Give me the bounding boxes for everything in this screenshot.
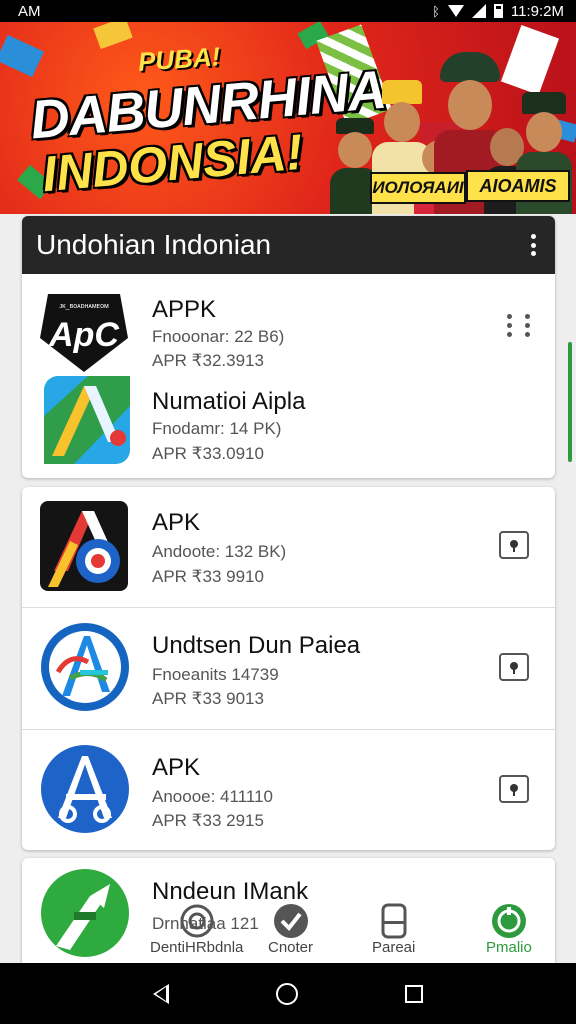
app-size: Andoote: 132 BK)	[152, 542, 287, 561]
app-version: APR ₹33 9910	[152, 567, 264, 586]
app-size: Anoooe: 411110	[152, 787, 274, 806]
bottom-navigation: DentiHRbdnla Cnoter Pareai Pmalio	[0, 895, 576, 963]
nav-label: Cnoter	[268, 939, 314, 956]
camera-icon	[180, 904, 214, 938]
install-button[interactable]	[499, 531, 529, 559]
battery-icon	[493, 4, 503, 18]
nav-label: DentiHRbdnla	[150, 939, 244, 956]
app-logo-icon	[40, 622, 130, 712]
app-logo-text: ApC	[48, 316, 119, 354]
status-time-left: AM	[18, 2, 41, 20]
profile-icon	[491, 904, 526, 938]
bluetooth-icon: ᛒ	[432, 3, 440, 19]
confetti-decoration	[500, 24, 560, 96]
app-logo-icon	[40, 744, 130, 834]
checkmark-icon	[273, 904, 308, 938]
app-list-card: APK Andoote: 132 BK) APR ₹33 9910 Undtse…	[22, 487, 555, 850]
status-time: 11:9:2M	[510, 2, 564, 20]
banner-tag-right: AIOAMIS	[466, 170, 570, 202]
nav-label: Pmalio	[486, 939, 532, 956]
app-version: APR ₹33.0910	[152, 444, 264, 463]
nav-item-3[interactable]: Pmalio	[486, 903, 532, 956]
app-name: APPK	[152, 296, 217, 323]
nav-label: Pareai	[372, 939, 416, 956]
banner-tag-left: ИОЛОЯАИI	[370, 172, 466, 204]
overflow-menu-icon[interactable]	[531, 234, 537, 256]
status-icons: ᛒ 11:9:2M	[432, 3, 564, 20]
install-button[interactable]	[499, 775, 529, 803]
app-version: APR ₹33 9013	[152, 689, 264, 708]
home-icon[interactable]	[275, 982, 298, 1005]
status-bar: AM ᛒ 11:9:2M	[0, 0, 576, 22]
app-logo-icon: ApC ᴊᴋ_ʙᴏᴀᴅʜᴀᴍᴇᴏᴍ	[38, 286, 128, 376]
promo-banner[interactable]: PUBA! DABUNRHINA INDONSIA! ИОЛОЯАИI AIOA…	[0, 22, 576, 214]
confetti-decoration	[93, 22, 133, 50]
app-logo-caption: ᴊᴋ_ʙᴏᴀᴅʜᴀᴍᴇᴏᴍ	[59, 303, 109, 310]
nav-item-0[interactable]: DentiHRbdnla	[150, 903, 243, 956]
recent-apps-icon[interactable]	[404, 984, 423, 1003]
app-size: Fnoeanits 14739	[152, 665, 279, 684]
wifi-icon	[447, 5, 464, 17]
app-size: Fnodamr: 14 PK)	[152, 419, 282, 438]
featured-list-card: Undohian Indonian ApC ᴊᴋ_ʙᴏᴀᴅʜᴀᴍᴇᴏᴍ APPK…	[22, 216, 555, 478]
document-icon	[381, 903, 407, 939]
app-name: APK	[152, 509, 201, 536]
nav-item-2[interactable]: Pareai	[372, 903, 415, 956]
list-item[interactable]: ApC ᴊᴋ_ʙᴏᴀᴅʜᴀᴍᴇᴏᴍ APPK Fnooonar: 22 B6) …	[22, 274, 555, 374]
item-menu-icon[interactable]	[507, 314, 533, 337]
list-header: Undohian Indonian	[22, 216, 555, 274]
app-name: Numatioi Aipla	[152, 388, 306, 415]
app-size: Fnooonar: 22 B6)	[152, 327, 285, 346]
app-name: APK	[152, 754, 201, 781]
app-logo-icon	[44, 376, 130, 464]
banner-kicker: PUBA!	[137, 41, 222, 77]
app-logo-icon	[40, 501, 128, 591]
app-version: APR ₹33 2915	[152, 811, 264, 830]
back-icon[interactable]	[153, 983, 170, 1004]
list-item[interactable]: APK Anoooe: 411110 APR ₹33 2915	[22, 730, 555, 850]
system-navigation-bar	[0, 963, 576, 1024]
list-title: Undohian Indonian	[36, 229, 272, 260]
confetti-decoration	[0, 34, 45, 78]
nav-item-1[interactable]: Cnoter	[268, 903, 313, 956]
scroll-indicator[interactable]	[568, 342, 572, 462]
list-item[interactable]: APK Andoote: 132 BK) APR ₹33 9910	[22, 487, 555, 607]
signal-icon	[471, 4, 486, 18]
list-item[interactable]: Undtsen Dun Paiea Fnoeanits 14739 APR ₹3…	[22, 608, 555, 729]
install-button[interactable]	[499, 653, 529, 681]
app-name: Undtsen Dun Paiea	[152, 632, 361, 659]
list-item[interactable]: Numatioi Aipla Fnodamr: 14 PK) APR ₹33.0…	[22, 374, 555, 478]
app-version: APR ₹32.3913	[152, 351, 264, 370]
